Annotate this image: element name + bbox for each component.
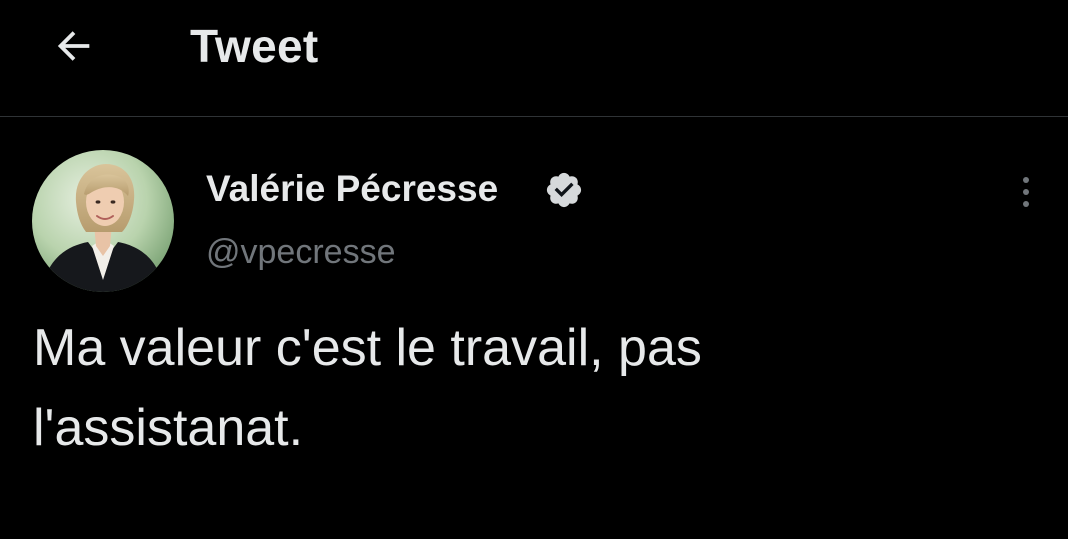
more-vertical-icon — [1023, 177, 1029, 183]
verified-badge-icon — [546, 172, 582, 208]
top-bar: Tweet — [0, 0, 1068, 117]
author-handle[interactable]: @vpecresse — [206, 230, 395, 274]
tweet-text: Ma valeur c'est le travail, pas l'assist… — [33, 319, 702, 457]
profile-photo — [32, 150, 174, 292]
back-button[interactable] — [44, 16, 104, 76]
author-name[interactable]: Valérie Pécresse — [206, 166, 498, 212]
avatar[interactable] — [32, 150, 174, 292]
arrow-left-icon — [57, 31, 90, 61]
page-title: Tweet — [190, 20, 319, 72]
more-options-button[interactable] — [1006, 168, 1046, 216]
